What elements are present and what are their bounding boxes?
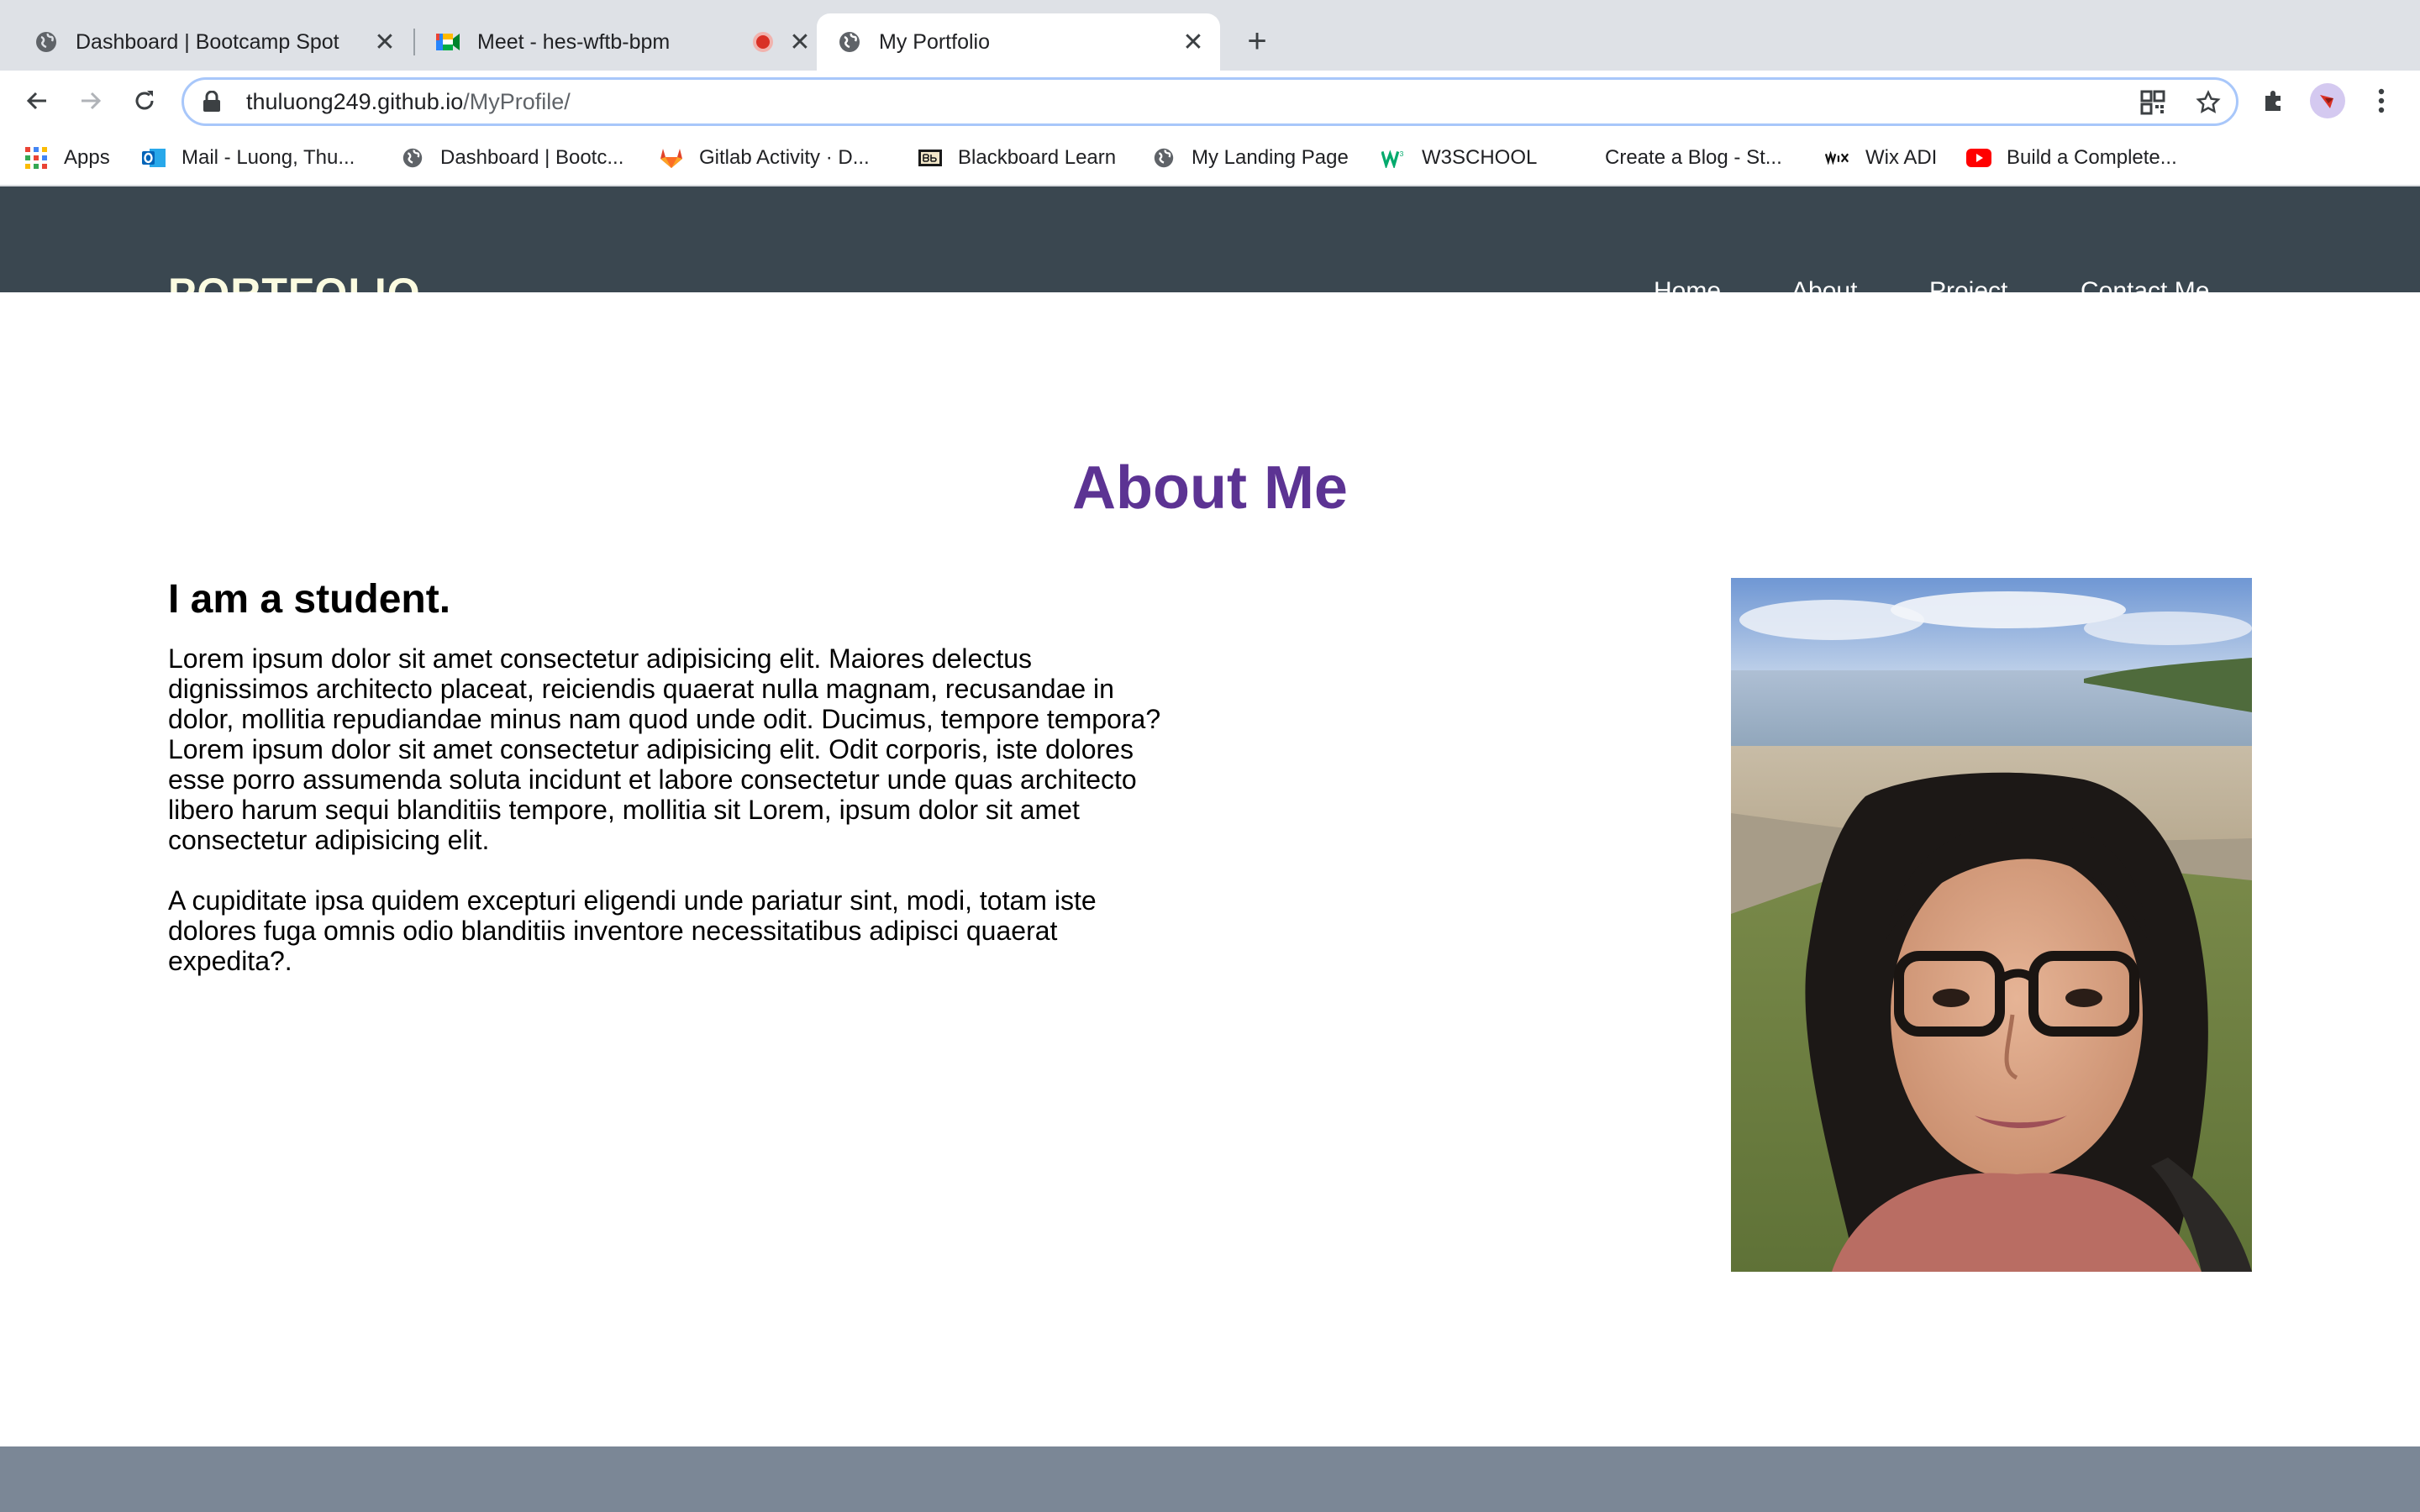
student-heading: I am a student. — [168, 577, 451, 622]
bookmark-apps[interactable]: Apps — [24, 143, 110, 173]
globe-icon — [400, 145, 425, 171]
bookmark-star-icon[interactable] — [2192, 87, 2224, 118]
new-tab-button[interactable]: + — [1239, 24, 1276, 60]
google-meet-icon — [435, 29, 460, 55]
tab-my-portfolio[interactable]: My Portfolio ✕ — [817, 13, 1220, 71]
qr-code-icon[interactable] — [2137, 87, 2169, 118]
bookmarks-bar: Apps Mail - Luong, Thu... Dashboard | Bo… — [0, 131, 2420, 186]
browser-menu-icon[interactable] — [2363, 82, 2400, 119]
browser-toolbar: thuluong249.github.io/MyProfile/ — [0, 71, 2420, 131]
browser-tabstrip: Dashboard | Bootcamp Spot ✕ Meet - hes-w… — [0, 0, 2420, 71]
site-footer — [0, 1446, 2420, 1512]
content-background — [0, 292, 2420, 343]
bookmark-label: Wix ADI — [1865, 146, 1938, 169]
profile-avatar[interactable] — [2309, 82, 2346, 119]
bookmark-gitlab[interactable]: Gitlab Activity · D... — [659, 143, 870, 173]
site-header: PORTFOLIO Home About Project Contact Me — [0, 186, 2420, 317]
profile-photo — [1731, 578, 2252, 1272]
url-path: /MyProfile/ — [463, 88, 571, 114]
bookmark-dashboard[interactable]: Dashboard | Bootc... — [400, 143, 623, 173]
bookmark-w3school[interactable]: 3 W3SCHOOL — [1381, 143, 1537, 173]
tab-close-icon[interactable]: ✕ — [371, 29, 398, 56]
about-title: About Me — [1072, 454, 1348, 522]
tab-close-icon[interactable]: ✕ — [786, 29, 813, 56]
youtube-icon — [1966, 145, 1991, 171]
outlook-icon — [141, 145, 166, 171]
reload-icon[interactable] — [126, 82, 163, 119]
bookmark-create-a-blog[interactable]: Create a Blog - St... — [1565, 143, 1782, 173]
tab-close-icon[interactable]: ✕ — [1180, 29, 1207, 56]
bookmark-label: Build a Complete... — [2007, 146, 2177, 169]
forward-arrow-icon[interactable] — [72, 82, 109, 119]
bookmark-wix-adi[interactable]: Wix ADI — [1825, 143, 1937, 173]
bookmark-label: My Landing Page — [1192, 146, 1349, 169]
bookmark-build-a-complete[interactable]: Build a Complete... — [1966, 143, 2177, 173]
about-paragraph: Lorem ipsum dolor sit amet consectetur a… — [168, 643, 1161, 855]
extensions-puzzle-icon[interactable] — [2255, 82, 2292, 119]
tab-title: Meet - hes-wftb-bpm — [477, 29, 671, 54]
apps-grid-icon — [24, 145, 49, 171]
url-text: thuluong249.github.io/MyProfile/ — [246, 89, 571, 115]
globe-icon — [34, 29, 59, 55]
bookmark-label: Blackboard Learn — [958, 146, 1117, 169]
bookmark-label: Apps — [64, 146, 110, 169]
bookmark-label: W3SCHOOL — [1422, 146, 1538, 169]
tab-dashboard[interactable]: Dashboard | Bootcamp Spot ✕ — [0, 13, 412, 71]
wix-icon — [1825, 145, 1850, 171]
back-arrow-icon[interactable] — [18, 82, 55, 119]
lock-icon[interactable] — [203, 90, 221, 113]
bookmark-my-landing-page[interactable]: My Landing Page — [1151, 143, 1349, 173]
bookmark-mail[interactable]: Mail - Luong, Thu... — [141, 143, 355, 173]
recording-indicator-icon — [753, 32, 773, 52]
address-bar[interactable]: thuluong249.github.io/MyProfile/ — [182, 77, 2238, 126]
bookmark-label: Mail - Luong, Thu... — [182, 146, 355, 169]
globe-icon — [837, 29, 862, 55]
tab-meet[interactable]: Meet - hes-wftb-bpm ✕ — [402, 13, 813, 71]
bookmark-label: Create a Blog - St... — [1605, 146, 1782, 169]
globe-icon — [1151, 145, 1176, 171]
avatar-icon — [2310, 83, 2345, 118]
bookmark-label: Gitlab Activity · D... — [699, 146, 870, 169]
w3schools-icon: 3 — [1381, 145, 1407, 171]
about-paragraph: A cupiditate ipsa quidem excepturi elige… — [168, 885, 1097, 976]
gitlab-icon — [659, 145, 684, 171]
blank-icon — [1565, 145, 1590, 171]
tab-title: My Portfolio — [879, 29, 990, 54]
svg-text:3: 3 — [1400, 150, 1404, 158]
url-host: thuluong249.github.io — [246, 88, 464, 114]
bookmark-blackboard[interactable]: Blackboard Learn — [918, 143, 1116, 173]
bookmark-label: Dashboard | Bootc... — [440, 146, 624, 169]
blackboard-icon — [918, 145, 943, 171]
tab-title: Dashboard | Bootcamp Spot — [76, 29, 339, 54]
